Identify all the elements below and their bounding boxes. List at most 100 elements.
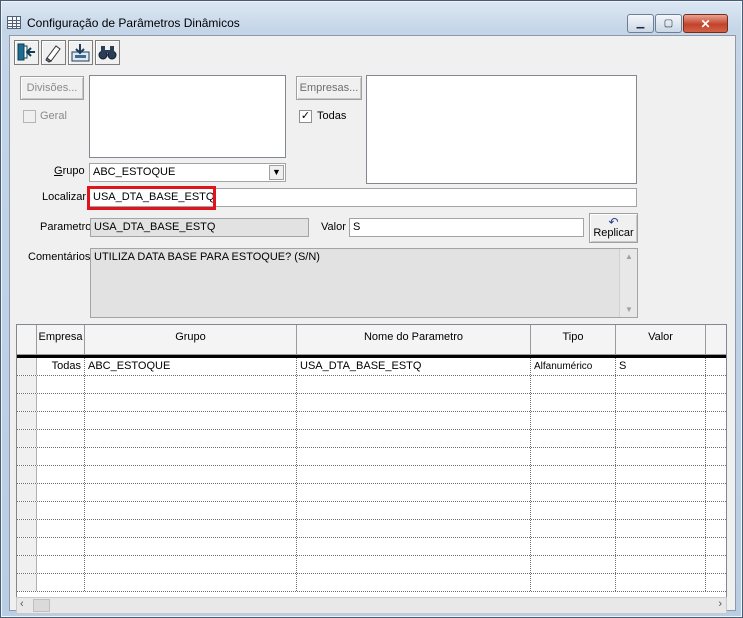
grid-cell[interactable]	[297, 574, 531, 591]
parameters-grid[interactable]: Empresa Grupo Nome do Parametro Tipo Val…	[16, 324, 727, 598]
grid-cell[interactable]	[85, 430, 297, 447]
grid-cell[interactable]	[297, 430, 531, 447]
table-row-empty[interactable]	[17, 394, 726, 412]
divisoes-listbox[interactable]	[89, 75, 286, 158]
save-button[interactable]	[68, 40, 93, 65]
table-row-empty[interactable]	[17, 574, 726, 592]
table-row-empty[interactable]	[17, 430, 726, 448]
grupo-combobox[interactable]: ABC_ESTOQUE ▼	[89, 163, 286, 182]
cell-tipo[interactable]: Alfanumérico	[531, 358, 616, 375]
table-row-empty[interactable]	[17, 466, 726, 484]
close-button[interactable]: ✕	[683, 14, 728, 33]
maximize-button[interactable]: ▢	[655, 14, 682, 33]
grid-cell[interactable]	[531, 484, 616, 501]
grid-cell[interactable]	[297, 376, 531, 393]
grid-cell[interactable]	[531, 520, 616, 537]
grid-cell[interactable]	[297, 412, 531, 429]
scroll-thumb[interactable]	[33, 599, 50, 612]
grid-cell[interactable]	[616, 520, 706, 537]
grid-cell[interactable]	[37, 430, 85, 447]
grid-cell[interactable]	[85, 448, 297, 465]
table-row-empty[interactable]	[17, 502, 726, 520]
grid-cell[interactable]	[37, 484, 85, 501]
cell-grupo[interactable]: ABC_ESTOQUE	[85, 358, 297, 375]
title-bar[interactable]: Configuração de Parâmetros Dinâmicos ▁ ▢…	[1, 1, 742, 35]
grid-cell[interactable]	[85, 394, 297, 411]
grid-cell[interactable]	[531, 448, 616, 465]
grid-cell[interactable]	[531, 430, 616, 447]
grid-cell[interactable]	[297, 394, 531, 411]
column-header-valor[interactable]: Valor	[616, 325, 706, 354]
grid-cell[interactable]	[297, 556, 531, 573]
grid-cell[interactable]	[531, 574, 616, 591]
grid-cell[interactable]	[85, 574, 297, 591]
grid-cell[interactable]	[37, 466, 85, 483]
grid-cell[interactable]	[85, 466, 297, 483]
geral-checkbox[interactable]	[23, 110, 36, 123]
grid-cell[interactable]	[297, 484, 531, 501]
grid-cell[interactable]	[531, 466, 616, 483]
valor-input[interactable]: S	[349, 218, 584, 237]
grid-cell[interactable]	[297, 466, 531, 483]
grid-cell[interactable]	[616, 574, 706, 591]
grid-cell[interactable]	[531, 538, 616, 555]
grid-cell[interactable]	[531, 376, 616, 393]
grid-cell[interactable]	[297, 448, 531, 465]
grid-cell[interactable]	[37, 520, 85, 537]
grid-cell[interactable]	[85, 484, 297, 501]
cell-valor[interactable]: S	[616, 358, 706, 375]
grid-cell[interactable]	[37, 448, 85, 465]
grid-cell[interactable]	[37, 574, 85, 591]
grid-cell[interactable]	[85, 412, 297, 429]
table-row-empty[interactable]	[17, 448, 726, 466]
grid-cell[interactable]	[531, 502, 616, 519]
grid-cell[interactable]	[297, 502, 531, 519]
empresas-button[interactable]: Empresas...	[296, 76, 362, 100]
grid-cell[interactable]	[616, 466, 706, 483]
grid-cell[interactable]	[616, 394, 706, 411]
localizar-input[interactable]: USA_DTA_BASE_ESTQ	[89, 188, 637, 207]
table-row-empty[interactable]	[17, 376, 726, 394]
table-row-empty[interactable]	[17, 412, 726, 430]
grid-horizontal-scrollbar[interactable]: ‹ ›	[16, 597, 727, 614]
grid-cell[interactable]	[37, 502, 85, 519]
table-row-empty[interactable]	[17, 556, 726, 574]
grid-cell[interactable]	[616, 376, 706, 393]
grid-cell[interactable]	[531, 394, 616, 411]
todas-checkbox[interactable]: ✓	[299, 110, 312, 123]
search-button[interactable]	[95, 40, 120, 65]
grid-cell[interactable]	[37, 556, 85, 573]
minimize-button[interactable]: ▁	[627, 14, 654, 33]
table-row-empty[interactable]	[17, 520, 726, 538]
comentarios-scrollbar[interactable]: ▲ ▼	[619, 249, 637, 317]
grid-cell[interactable]	[616, 502, 706, 519]
column-header-nome[interactable]: Nome do Parametro	[297, 325, 531, 354]
grid-cell[interactable]	[616, 538, 706, 555]
cell-nome[interactable]: USA_DTA_BASE_ESTQ	[297, 358, 531, 375]
grid-cell[interactable]	[85, 556, 297, 573]
grid-cell[interactable]	[37, 394, 85, 411]
grid-cell[interactable]	[37, 376, 85, 393]
grid-cell[interactable]	[616, 484, 706, 501]
table-row-empty[interactable]	[17, 484, 726, 502]
grid-cell[interactable]	[37, 412, 85, 429]
grid-cell[interactable]	[85, 538, 297, 555]
grid-cell[interactable]	[531, 556, 616, 573]
grid-cell[interactable]	[616, 448, 706, 465]
grid-cell[interactable]	[297, 520, 531, 537]
grid-cell[interactable]	[85, 502, 297, 519]
column-header-empresa[interactable]: Empresa	[37, 325, 85, 354]
grid-cell[interactable]	[616, 556, 706, 573]
exit-button[interactable]	[14, 40, 39, 65]
divisoes-button[interactable]: Divisões...	[20, 76, 84, 100]
replicar-button[interactable]: ↶ Replicar	[589, 213, 638, 243]
grid-cell[interactable]	[85, 376, 297, 393]
cell-empresa[interactable]: Todas	[37, 358, 85, 375]
grid-cell[interactable]	[531, 412, 616, 429]
comentarios-memo[interactable]: UTILIZA DATA BASE PARA ESTOQUE? (S/N) ▲ …	[90, 248, 638, 318]
clear-button[interactable]	[41, 40, 66, 65]
table-row[interactable]: Todas ABC_ESTOQUE USA_DTA_BASE_ESTQ Alfa…	[17, 358, 726, 376]
chevron-left-icon[interactable]: ‹	[20, 598, 24, 610]
grid-cell[interactable]	[616, 430, 706, 447]
combo-dropdown-button[interactable]: ▼	[269, 165, 284, 180]
